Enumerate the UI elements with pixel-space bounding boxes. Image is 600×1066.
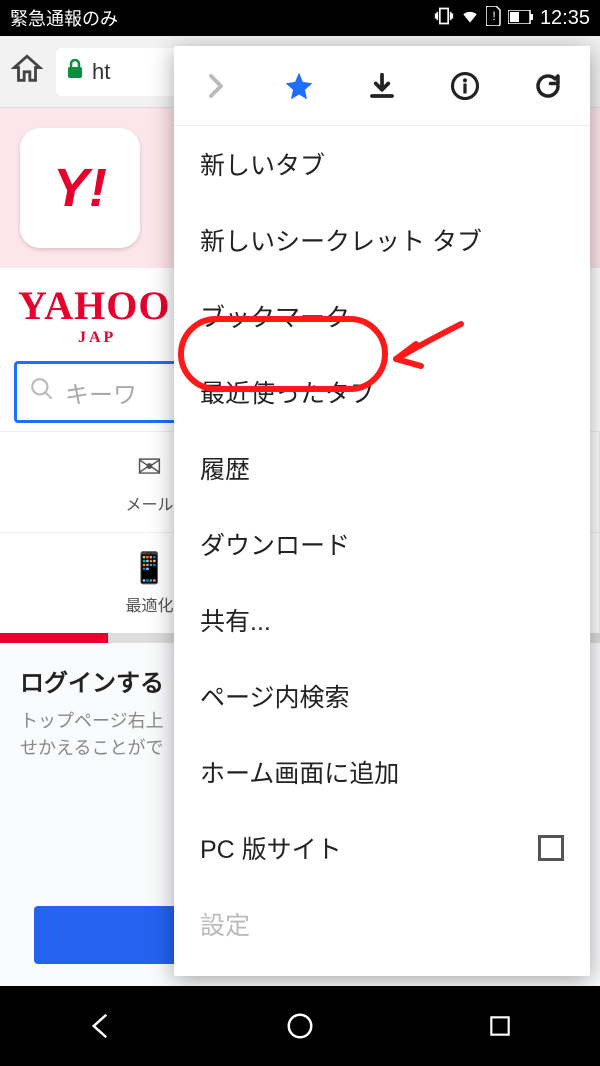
checkbox-icon[interactable] (538, 835, 564, 861)
info-icon[interactable] (445, 66, 485, 106)
clock-text: 12:35 (540, 7, 590, 30)
overflow-menu: 新しいタブ 新しいシークレット タブ ブックマーク 最近使ったタブ 履歴 ダウン… (174, 46, 590, 976)
status-bar: 緊急通報のみ ! 12:35 (0, 0, 600, 36)
menu-label: 履歴 (200, 450, 250, 486)
yahoo-app-tile: Y! (20, 128, 140, 248)
menu-downloads[interactable]: ダウンロード (174, 506, 590, 582)
menu-find-in-page[interactable]: ページ内検索 (174, 658, 590, 734)
menu-bookmarks[interactable]: ブックマーク (174, 278, 590, 354)
menu-label: ページ内検索 (200, 678, 350, 714)
url-text: ht (92, 59, 110, 85)
vibrate-icon (434, 6, 454, 31)
status-icons: ! 12:35 (434, 6, 590, 31)
home-icon[interactable] (10, 52, 44, 91)
nav-home-icon[interactable] (280, 1006, 320, 1046)
menu-label: ブックマーク (200, 298, 350, 334)
menu-list: 新しいタブ 新しいシークレット タブ ブックマーク 最近使ったタブ 履歴 ダウン… (174, 126, 590, 976)
lock-icon (66, 59, 84, 84)
search-placeholder: キーワ (65, 375, 137, 410)
menu-label: ホーム画面に追加 (200, 754, 399, 790)
logo-text: YAHOO (18, 283, 170, 328)
menu-history[interactable]: 履歴 (174, 430, 590, 506)
menu-icon-row (174, 46, 590, 126)
bookmark-star-icon[interactable] (279, 66, 319, 106)
quick-label: 最適化 (125, 592, 173, 616)
menu-label: 最近使ったタブ (200, 374, 375, 410)
carrier-text: 緊急通報のみ (10, 5, 118, 31)
nav-back-icon[interactable] (80, 1006, 120, 1046)
svg-text:!: ! (492, 9, 495, 23)
menu-settings[interactable]: 設定 (174, 886, 590, 962)
wifi-icon (460, 6, 480, 31)
nav-recent-icon[interactable] (480, 1006, 520, 1046)
android-nav-bar (0, 986, 600, 1066)
menu-label: PC 版サイト (200, 830, 342, 866)
menu-share[interactable]: 共有... (174, 582, 590, 658)
optimize-icon: 📱 (131, 551, 168, 586)
menu-desktop-site[interactable]: PC 版サイト (174, 810, 590, 886)
battery-icon (508, 8, 534, 29)
menu-label: 新しいタブ (200, 146, 325, 182)
sim-alert-icon: ! (486, 6, 502, 31)
mail-icon: ✉ (137, 450, 162, 485)
forward-icon[interactable] (196, 66, 236, 106)
menu-label: ダウンロード (200, 526, 350, 562)
menu-label: 共有... (200, 602, 271, 638)
reload-icon[interactable] (528, 66, 568, 106)
menu-label: 新しいシークレット タブ (200, 222, 482, 258)
search-icon (29, 376, 55, 409)
menu-add-to-home[interactable]: ホーム画面に追加 (174, 734, 590, 810)
menu-label: 設定 (200, 906, 250, 942)
menu-new-tab[interactable]: 新しいタブ (174, 126, 590, 202)
menu-recent-tabs[interactable]: 最近使ったタブ (174, 354, 590, 430)
menu-new-incognito[interactable]: 新しいシークレット タブ (174, 202, 590, 278)
quick-label: メール (125, 491, 173, 515)
download-icon[interactable] (362, 66, 402, 106)
